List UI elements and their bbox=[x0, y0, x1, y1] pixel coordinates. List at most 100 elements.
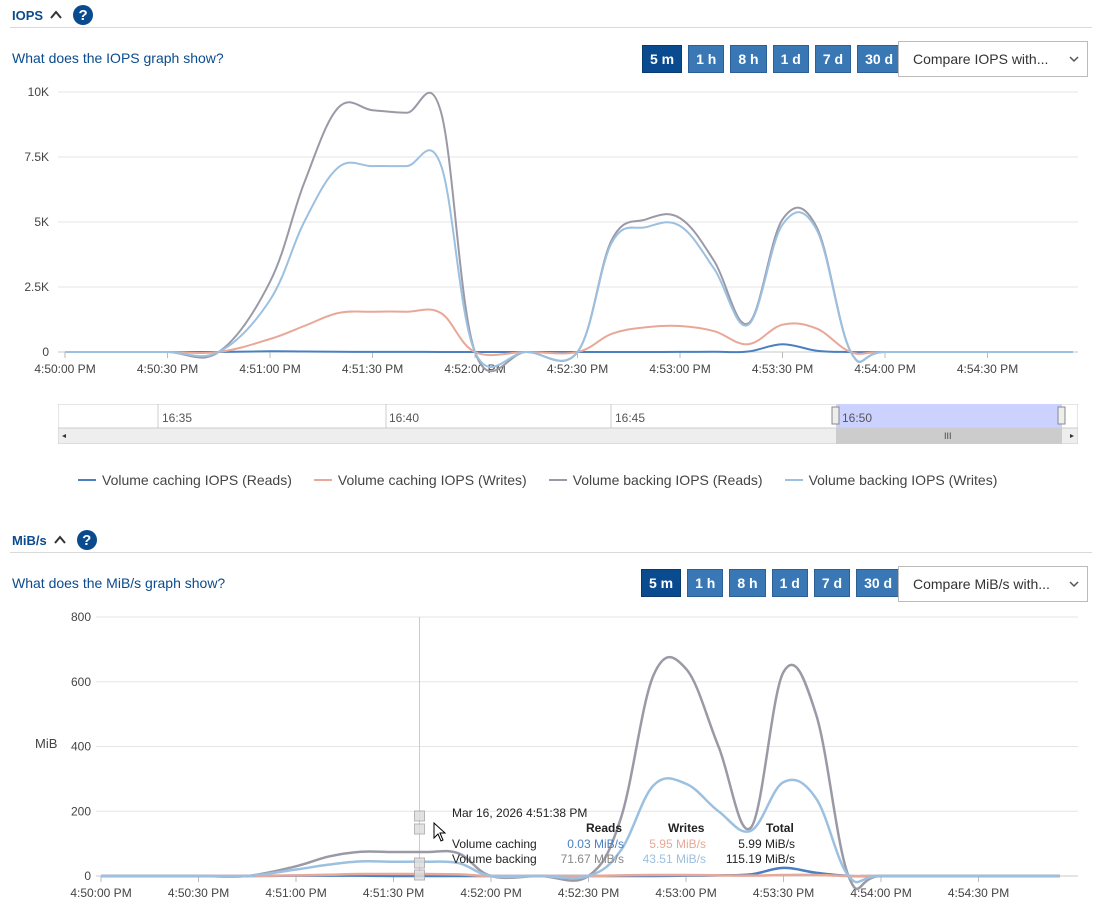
navigator-tick: 16:35 bbox=[162, 411, 192, 425]
mibs-section-header[interactable]: MiB/s ? bbox=[12, 530, 97, 550]
tooltip-total-value: 115.19 MiB/s bbox=[725, 852, 795, 866]
legend-item[interactable]: Volume caching IOPS (Reads) bbox=[78, 472, 292, 488]
tooltip-row-label: Volume caching bbox=[452, 837, 537, 851]
y-tick-label: 0 bbox=[84, 869, 91, 883]
hover-marker bbox=[414, 810, 425, 822]
iops-legend: Volume caching IOPS (Reads) Volume cachi… bbox=[78, 472, 997, 488]
tooltip-writes-value: 43.51 MiB/s bbox=[642, 852, 706, 866]
tooltip-reads-value: 71.67 MiB/s bbox=[560, 852, 624, 866]
mibs-range-1h[interactable]: 1 h bbox=[687, 569, 724, 597]
y-tick-label: 2.5K bbox=[24, 280, 49, 294]
x-tick-label: 4:51:00 PM bbox=[239, 362, 300, 376]
x-tick-label: 4:54:00 PM bbox=[854, 362, 915, 376]
hover-marker bbox=[414, 823, 425, 835]
iops-range-30d[interactable]: 30 d bbox=[857, 45, 902, 73]
mibs-help-link[interactable]: What does the MiB/s graph show? bbox=[12, 575, 225, 591]
x-tick-label: 4:50:00 PM bbox=[34, 362, 95, 376]
tooltip-row-label: Volume backing bbox=[452, 852, 537, 866]
legend-label: Volume backing IOPS (Reads) bbox=[572, 472, 763, 488]
iops-range-1d[interactable]: 1 d bbox=[772, 45, 809, 73]
x-tick-label: 4:51:30 PM bbox=[342, 362, 403, 376]
mibs-range-8h[interactable]: 8 h bbox=[729, 569, 766, 597]
legend-label: Volume caching IOPS (Writes) bbox=[337, 472, 527, 488]
mibs-compare-label: Compare MiB/s with... bbox=[913, 576, 1050, 592]
y-tick-label: 0 bbox=[42, 345, 49, 359]
chevron-down-icon bbox=[1069, 56, 1079, 63]
mibs-range-1d[interactable]: 1 d bbox=[771, 569, 808, 597]
x-tick-label: 4:51:00 PM bbox=[265, 886, 326, 900]
series-line bbox=[65, 149, 1073, 368]
hover-marker bbox=[414, 857, 425, 869]
legend-label: Volume caching IOPS (Reads) bbox=[102, 472, 292, 488]
legend-item[interactable]: Volume backing IOPS (Reads) bbox=[548, 472, 763, 488]
help-icon[interactable]: ? bbox=[76, 530, 97, 550]
tooltip-total-value: 5.99 MiB/s bbox=[738, 837, 795, 851]
x-tick-label: 4:53:00 PM bbox=[655, 886, 716, 900]
tooltip-writes-value: 5.95 MiB/s bbox=[649, 837, 706, 851]
y-tick-label: 400 bbox=[71, 740, 91, 754]
mibs-chart: 0 200 400 600 800 4:50:00 PM 4:50:30 PM 4:51:00… bbox=[35, 610, 1078, 900]
x-tick-label: 4:50:00 PM bbox=[70, 886, 131, 900]
mibs-range-30d[interactable]: 30 d bbox=[856, 569, 901, 597]
chevron-up-icon[interactable] bbox=[53, 533, 67, 547]
iops-range-8h[interactable]: 8 h bbox=[730, 45, 767, 73]
tooltip-reads-value: 0.03 MiB/s bbox=[567, 837, 624, 851]
legend-item[interactable]: Volume backing IOPS (Writes) bbox=[784, 472, 998, 488]
y-tick-label: 5K bbox=[34, 215, 49, 229]
series-line bbox=[100, 777, 1060, 884]
iops-section-header[interactable]: IOPS ? bbox=[12, 5, 94, 25]
navigator-left-handle[interactable] bbox=[831, 406, 840, 425]
legend-item[interactable]: Volume caching IOPS (Writes) bbox=[313, 472, 527, 488]
y-axis-label: MiB bbox=[35, 736, 57, 751]
legend-swatch bbox=[548, 479, 567, 481]
mibs-section-title: MiB/s bbox=[12, 532, 47, 548]
tooltip-header-writes: Writes bbox=[668, 821, 705, 835]
mibs-section-divider bbox=[10, 552, 1092, 553]
iops-range-buttons: 5 m 1 h 8 h 1 d 7 d 30 d bbox=[642, 45, 902, 73]
iops-section-title: IOPS bbox=[12, 7, 44, 23]
x-tick-label: 4:52:30 PM bbox=[558, 886, 619, 900]
legend-swatch bbox=[78, 479, 96, 481]
iops-compare-label: Compare IOPS with... bbox=[913, 51, 1049, 67]
scrollbar-grip-icon: III bbox=[944, 431, 952, 441]
iops-compare-select[interactable]: Compare IOPS with... bbox=[898, 41, 1088, 77]
legend-swatch bbox=[784, 479, 803, 481]
help-icon[interactable]: ? bbox=[73, 5, 94, 25]
iops-help-link[interactable]: What does the IOPS graph show? bbox=[12, 50, 224, 66]
navigator-right-handle[interactable] bbox=[1057, 406, 1066, 425]
x-tick-label: 4:54:30 PM bbox=[957, 362, 1018, 376]
tooltip-date: Mar 16, 2026 4:51:38 PM bbox=[452, 806, 588, 820]
mibs-compare-select[interactable]: Compare MiB/s with... bbox=[898, 566, 1088, 602]
hover-marker bbox=[414, 869, 425, 881]
x-tick-label: 4:52:30 PM bbox=[547, 362, 608, 376]
y-tick-label: 7.5K bbox=[24, 150, 49, 164]
mibs-range-7d[interactable]: 7 d bbox=[813, 569, 851, 597]
x-tick-label: 4:53:00 PM bbox=[649, 362, 710, 376]
navigator-tick: 16:45 bbox=[615, 411, 645, 425]
iops-time-navigator[interactable]: 16:35 16:40 16:45 16:50 III bbox=[57, 403, 1079, 445]
y-tick-label: 600 bbox=[71, 675, 91, 689]
mibs-range-5m[interactable]: 5 m bbox=[641, 569, 682, 597]
x-tick-label: 4:53:30 PM bbox=[753, 886, 814, 900]
x-tick-label: 4:54:30 PM bbox=[948, 886, 1009, 900]
tooltip-header-reads: Reads bbox=[586, 821, 623, 835]
x-tick-label: 4:53:30 PM bbox=[752, 362, 813, 376]
x-tick-label: 4:50:30 PM bbox=[168, 886, 229, 900]
navigator-tick: 16:40 bbox=[389, 411, 419, 425]
iops-chart: 0 2.5K 5K 7.5K 10K 4:50:00 PM 4:50:30 PM 4:51:0… bbox=[24, 85, 1078, 376]
legend-label: Volume backing IOPS (Writes) bbox=[808, 472, 998, 488]
series-line bbox=[65, 308, 1073, 357]
chevron-up-icon[interactable] bbox=[49, 8, 63, 22]
navigator-tick: 16:50 bbox=[842, 411, 872, 425]
y-tick-label: 200 bbox=[71, 804, 91, 818]
x-tick-label: 4:50:30 PM bbox=[137, 362, 198, 376]
navigator-svg: 16:35 16:40 16:45 16:50 III bbox=[57, 403, 1079, 445]
mouse-cursor-icon bbox=[433, 822, 447, 842]
x-tick-label: 4:51:30 PM bbox=[363, 886, 424, 900]
iops-range-1h[interactable]: 1 h bbox=[688, 45, 725, 73]
iops-range-7d[interactable]: 7 d bbox=[814, 45, 852, 73]
x-tick-label: 4:52:00 PM bbox=[460, 886, 521, 900]
iops-range-5m[interactable]: 5 m bbox=[642, 45, 683, 73]
iops-section-divider bbox=[10, 27, 1092, 28]
tooltip-header-total: Total bbox=[766, 821, 794, 835]
